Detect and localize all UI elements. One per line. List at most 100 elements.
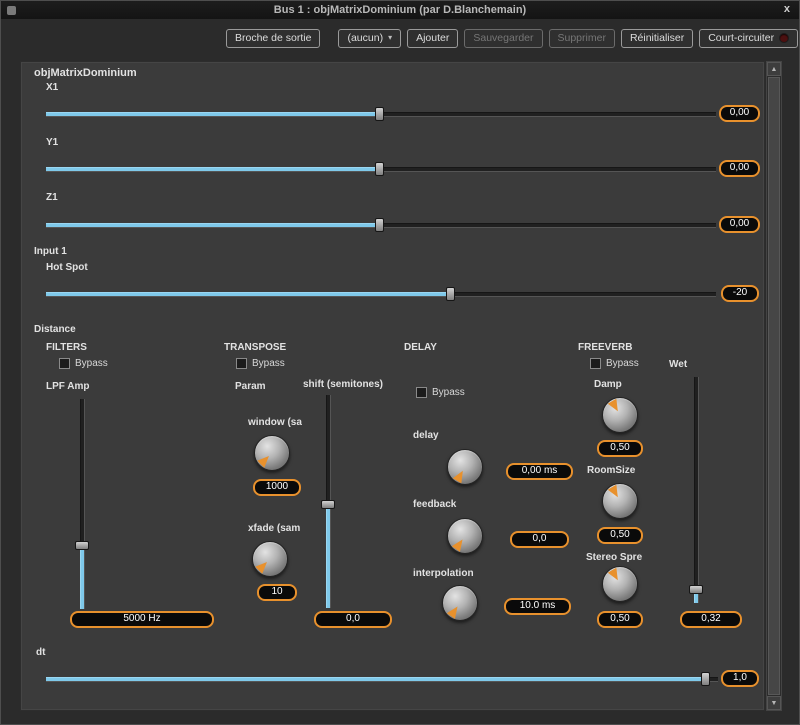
shift-slider-fill [326,509,330,608]
delay-title: DELAY [404,342,437,353]
x1-value-box[interactable]: 0,00 [719,105,760,122]
lpf-slider-handle[interactable] [75,541,89,550]
scrollbar-thumb[interactable] [768,77,780,695]
preset-select[interactable]: (aucun) ▾ [338,29,401,48]
module-title: objMatrixDominium [34,67,137,79]
scroll-up-icon[interactable]: ▲ [767,62,781,76]
close-button[interactable]: x [784,3,790,15]
damp-value-box[interactable]: 0,50 [597,440,643,457]
transpose-bypass-label: Bypass [252,358,285,369]
shift-value-box[interactable]: 0,0 [314,611,392,628]
hotspot-value-box[interactable]: -20 [721,285,759,302]
wet-slider-track[interactable] [694,377,699,603]
wet-value-box[interactable]: 0,32 [680,611,742,628]
toolbar: Broche de sortie (aucun) ▾ Ajouter Sauve… [226,28,788,48]
checkbox-icon[interactable] [416,387,427,398]
interpolation-knob[interactable] [442,585,478,621]
ajouter-button[interactable]: Ajouter [407,29,458,48]
title-bar: Bus 1 : objMatrixDominium (par D.Blanche… [1,1,799,19]
feedback-value-box[interactable]: 0,0 [510,531,569,548]
sauvegarder-label: Sauvegarder [473,31,533,46]
y1-slider-handle[interactable] [375,162,384,176]
knob-pointer-icon [608,485,623,501]
hotspot-label: Hot Spot [46,262,88,273]
feedback-label: feedback [413,499,456,510]
shift-label: shift (semitones) [303,379,383,390]
checkbox-icon[interactable] [236,358,247,369]
x1-label: X1 [46,82,58,93]
vertical-scrollbar[interactable]: ▲ ▼ [766,61,782,711]
z1-value-box[interactable]: 0,00 [719,216,760,233]
dt-value-box[interactable]: 1,0 [721,670,759,687]
wet-slider-fill [694,594,698,603]
wet-label: Wet [669,359,687,370]
interpolation-value-box[interactable]: 10.0 ms [504,598,571,615]
hotspot-slider-fill [46,292,448,296]
delay-value-box[interactable]: 0,00 ms [506,463,573,480]
window-icon [7,6,16,15]
delay-bypass-checkbox[interactable]: Bypass [416,387,465,398]
dt-slider-fill [46,677,704,681]
supprimer-label: Supprimer [558,31,606,46]
plugin-window: Bus 1 : objMatrixDominium (par D.Blanche… [0,0,800,725]
freeverb-bypass-checkbox[interactable]: Bypass [590,358,639,369]
reinitialiser-button[interactable]: Réinitialiser [621,29,693,48]
knob-pointer-icon [447,603,463,619]
damp-knob[interactable] [602,397,638,433]
transpose-bypass-checkbox[interactable]: Bypass [236,358,285,369]
xfade-knob[interactable] [252,541,288,577]
sauvegarder-button[interactable]: Sauvegarder [464,29,542,48]
z1-slider-handle[interactable] [375,218,384,232]
hotspot-slider-handle[interactable] [446,287,455,301]
lpf-value-box[interactable]: 5000 Hz [70,611,214,628]
checkbox-icon[interactable] [59,358,70,369]
dt-label: dt [36,647,45,658]
param-label: Param [235,381,266,392]
xfade-label: xfade (sam [248,523,300,534]
z1-slider-fill [46,223,378,227]
distance-label: Distance [34,324,76,335]
window-label: window (sa [248,417,302,428]
stereo-spread-value-box[interactable]: 0,50 [597,611,643,628]
court-circuiter-label: Court-circuiter [708,31,774,46]
filters-bypass-checkbox[interactable]: Bypass [59,358,108,369]
knob-pointer-icon [608,399,623,415]
z1-label: Z1 [46,192,58,203]
input1-label: Input 1 [34,246,67,257]
window-value-box[interactable]: 1000 [253,479,301,496]
window-knob[interactable] [254,435,290,471]
broche-de-sortie-button[interactable]: Broche de sortie [226,29,320,48]
xfade-value-box[interactable]: 10 [257,584,297,601]
x1-slider-handle[interactable] [375,107,384,121]
reinitialiser-label: Réinitialiser [630,31,684,46]
roomsize-knob[interactable] [602,483,638,519]
wet-slider-handle[interactable] [689,585,703,594]
y1-value-box[interactable]: 0,00 [719,160,760,177]
checkbox-icon[interactable] [590,358,601,369]
broche-de-sortie-label: Broche de sortie [235,31,311,46]
y1-label: Y1 [46,137,58,148]
knob-pointer-icon [452,536,468,552]
court-circuiter-button[interactable]: Court-circuiter [699,29,798,48]
knob-pointer-icon [255,558,271,574]
damp-label: Damp [594,379,622,390]
stereo-spread-knob[interactable] [602,566,638,602]
supprimer-button[interactable]: Supprimer [549,29,615,48]
knob-pointer-icon [608,568,623,584]
roomsize-label: RoomSize [587,465,635,476]
window-title: Bus 1 : objMatrixDominium (par D.Blanche… [274,4,526,16]
delay-bypass-label: Bypass [432,387,465,398]
feedback-knob[interactable] [447,518,483,554]
knob-pointer-icon [453,467,468,483]
scroll-down-icon[interactable]: ▼ [767,696,781,710]
freeverb-title: FREEVERB [578,342,632,353]
lpf-slider-fill [80,550,84,609]
delay-knob[interactable] [447,449,483,485]
roomsize-value-box[interactable]: 0,50 [597,527,643,544]
shift-slider-handle[interactable] [321,500,335,509]
interpolation-label: interpolation [413,568,474,579]
dt-slider-handle[interactable] [701,672,710,686]
transpose-title: TRANSPOSE [224,342,286,353]
x1-slider-fill [46,112,378,116]
freeverb-bypass-label: Bypass [606,358,639,369]
